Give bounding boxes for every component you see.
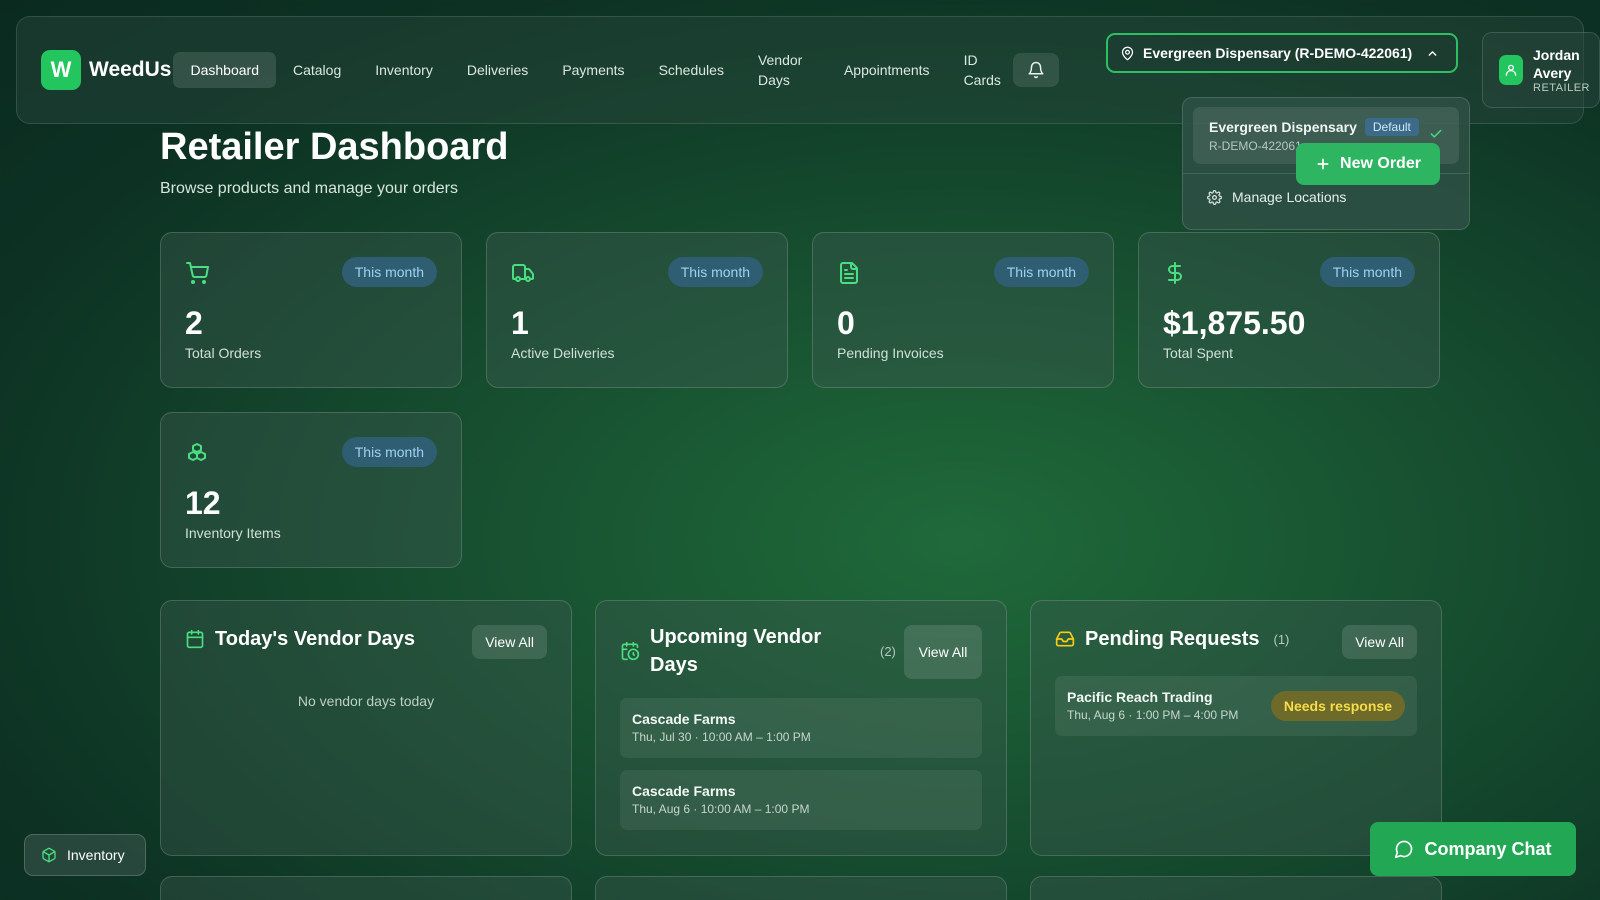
user-icon [1505,64,1517,76]
panel-count: (1) [1273,631,1290,647]
nav-items: Dashboard Catalog Inventory Deliveries P… [173,48,1059,92]
nav-payments[interactable]: Payments [545,52,641,88]
pending-requests-panel: Pending Requests (1) View All Pacific Re… [1030,600,1442,856]
panel-header: Pending Requests (1) [1055,625,1289,653]
cart-icon [186,262,209,284]
panel-header: Today's Vendor Days [185,625,415,653]
stat-card-total-orders: This month 2 Total Orders [160,232,462,388]
document-icon [840,262,858,284]
calendar-clock-icon [621,641,640,661]
todays-vendor-days-panel: Today's Vendor Days View All No vendor d… [160,600,572,856]
stat-value: 1 [511,305,529,341]
nav-vendor-days[interactable]: Vendor Days [741,48,827,92]
nav-id-cards[interactable]: ID Cards [947,48,1007,92]
nav-appointments[interactable]: Appointments [827,52,947,88]
user-first-name: Jordan [1533,47,1580,63]
panel-title: Pending Requests [1085,628,1260,650]
vendor-day-time: Thu, Jul 30 · 10:00 AM – 1:00 PM [632,730,811,744]
brand-logo: W [41,50,81,90]
panel-header: Upcoming Vendor Days (2) [620,623,896,679]
panel-title: Upcoming Vendor Days [650,626,822,676]
stat-label: Active Deliveries [511,345,615,361]
empty-state: No vendor days today [297,693,435,709]
dollar-icon [1168,262,1182,284]
view-all-button[interactable]: View All [904,625,982,679]
plus-icon [1317,158,1329,170]
vendor-name: Cascade Farms [632,783,736,799]
company-chat-label: Company Chat [1424,838,1552,859]
new-order-label: New Order [1340,155,1421,172]
stat-value: 0 [837,305,855,341]
gear-icon [1207,189,1222,205]
user-menu[interactable]: Jordan Avery RETAILER [1482,32,1600,108]
vendor-day-item[interactable]: Cascade Farms Thu, Jul 30 · 10:00 AM – 1… [620,698,982,758]
calendar-icon [186,629,204,649]
inbox-icon [1055,631,1075,647]
pending-request-item[interactable]: Pacific Reach Trading Thu, Aug 6 · 1:00 … [1055,676,1417,736]
period-badge: This month [341,437,437,467]
lower-panel [1030,876,1442,900]
panel-count: (2) [880,643,896,659]
stat-value: 12 [185,485,221,521]
location-select-value: Evergreen Dispensary (R-DEMO-422061) [1143,45,1413,61]
lower-panel [595,876,1007,900]
vendor-day-time: Thu, Aug 6 · 10:00 AM – 1:00 PM [632,802,810,816]
stat-card-total-spent: This month $1,875.50 Total Spent [1138,232,1440,388]
nav-dashboard[interactable]: Dashboard [173,52,276,88]
nav-schedules[interactable]: Schedules [642,52,741,88]
user-role: RETAILER [1533,82,1590,94]
truck-icon [512,264,534,282]
period-badge: This month [993,257,1089,287]
boxes-icon [188,443,206,461]
stat-label: Total Orders [185,345,262,361]
stat-card-inventory-items: This month 12 Inventory Items [160,412,462,568]
default-badge: Default [1364,118,1419,136]
stat-label: Total Spent [1163,345,1234,361]
lower-panel [160,876,572,900]
status-badge: Needs response [1270,691,1405,721]
vendor-day-item[interactable]: Cascade Farms Thu, Aug 6 · 10:00 AM – 1:… [620,770,982,830]
inventory-float-label: Inventory [67,847,125,863]
page-title: Retailer Dashboard [160,126,509,168]
chat-icon [1395,840,1413,859]
company-chat-button[interactable]: Company Chat [1370,822,1576,876]
period-badge: This month [1319,257,1415,287]
manage-locations-label: Manage Locations [1232,189,1347,205]
period-badge: This month [341,257,437,287]
new-order-button[interactable]: New Order [1296,143,1440,185]
nav-inventory[interactable]: Inventory [358,52,450,88]
stat-card-pending-invoices: This month 0 Pending Invoices [812,232,1114,388]
stat-card-active-deliveries: This month 1 Active Deliveries [486,232,788,388]
user-last-name: Avery [1533,65,1572,81]
stat-value: $1,875.50 [1163,305,1306,341]
package-icon [42,847,56,863]
notifications-button[interactable] [1012,53,1059,87]
check-icon [1430,129,1442,138]
stat-value: 2 [185,305,203,341]
view-all-button[interactable]: View All [1342,625,1417,659]
bell-icon [1028,61,1044,79]
avatar [1499,55,1523,85]
location-option-name: Evergreen Dispensary [1209,119,1357,135]
location-select[interactable]: Evergreen Dispensary (R-DEMO-422061) [1106,33,1458,73]
nav-catalog[interactable]: Catalog [276,52,358,88]
inventory-float-button[interactable]: Inventory [24,834,146,876]
user-info: Jordan Avery RETAILER [1533,46,1590,94]
stat-label: Pending Invoices [837,345,944,361]
page-subtitle: Browse products and manage your orders [160,180,458,197]
stat-label: Inventory Items [185,525,281,541]
panel-title: Today's Vendor Days [215,628,416,650]
chevron-up-icon [1428,50,1437,56]
period-badge: This month [667,257,763,287]
nav-deliveries[interactable]: Deliveries [450,52,545,88]
brand[interactable]: W WeedUs [41,50,171,90]
manage-locations-item[interactable]: Manage Locations [1207,189,1346,205]
upcoming-vendor-days-panel: Upcoming Vendor Days (2) View All Cascad… [595,600,1007,856]
vendor-name: Cascade Farms [632,711,736,727]
map-pin-icon [1121,46,1134,60]
view-all-button[interactable]: View All [472,625,547,659]
brand-name: WeedUs [89,58,172,81]
